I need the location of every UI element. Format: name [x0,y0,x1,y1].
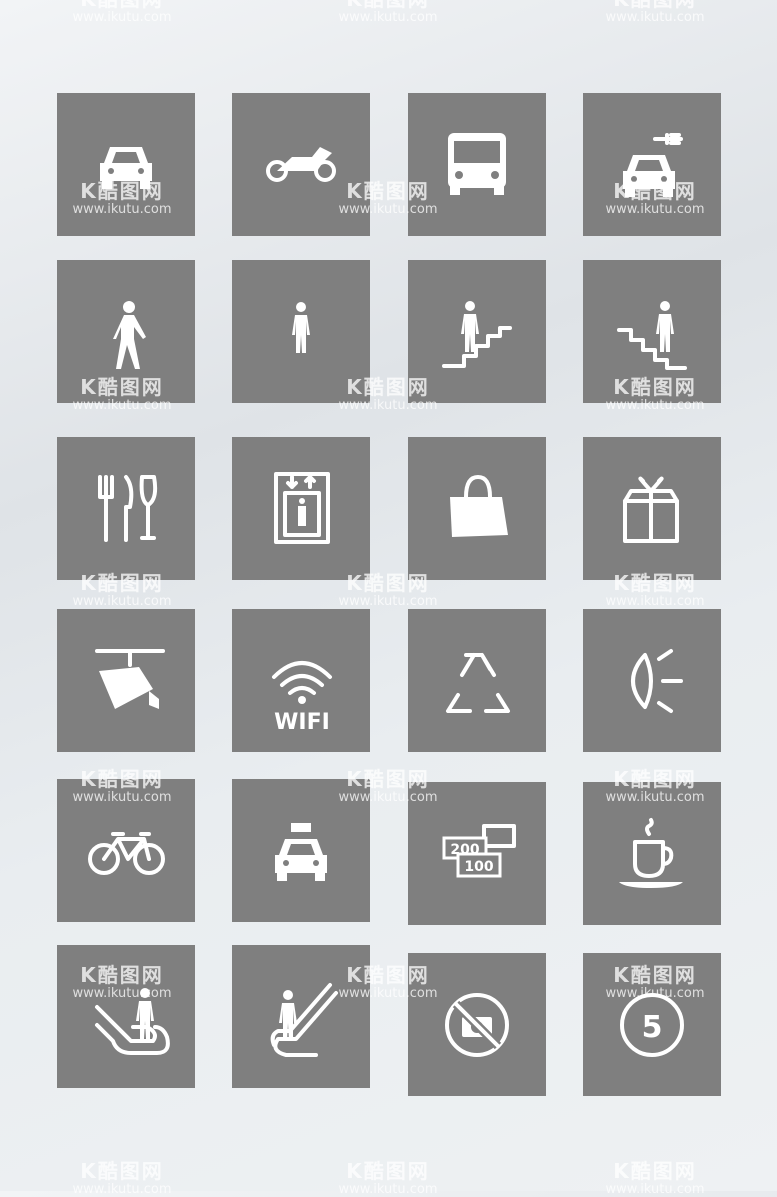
watermark-url: www.ikutu.com [338,10,438,25]
wifi-icon: WIFI [272,661,332,735]
icon-tile [583,782,721,925]
stairs-down-icon [617,301,687,370]
restaurant-icon [98,475,158,542]
icon-tile [57,260,195,403]
icon-tile: WIFI [232,609,370,752]
icon-tile [583,260,721,403]
watermark-url: www.ikutu.com [338,1182,438,1197]
svg-text:WIFI: WIFI [274,710,330,735]
icon-tile [232,779,370,922]
watermark-url: www.ikutu.com [338,594,438,609]
watermark-logo: K酷图网 [323,0,453,10]
no-camera-icon [445,993,509,1057]
icon-tile [57,93,195,236]
pedestrian-front-icon [292,302,310,353]
watermark-logo: K酷图网 [346,1159,430,1183]
watermark: K酷图网www.ikutu.com [323,1160,453,1197]
watermark: K酷图网www.ikutu.com [323,0,453,25]
currency-exchange-icon: 200100 [442,824,516,878]
motorcycle-icon [266,147,336,182]
icon-tile [408,260,546,403]
watermark-url: www.ikutu.com [72,10,172,25]
recycle-icon [446,653,510,713]
icon-tile [583,93,721,236]
watermark: K酷图网www.ikutu.com [57,0,187,25]
icon-tile [583,609,721,752]
watermark-logo: K酷图网 [590,0,720,10]
coffee-icon [619,818,683,888]
watermark-url: www.ikutu.com [72,1182,172,1197]
icon-tile [232,260,370,403]
shopping-bag-icon [450,475,508,537]
watermark-url: www.ikutu.com [605,594,705,609]
speed-limit-icon: 5 [620,993,684,1057]
taxi-icon [275,823,327,881]
watermark: K酷图网www.ikutu.com [57,1160,187,1197]
watermark-logo: K酷图网 [57,0,187,10]
icon-tile [57,945,195,1088]
watermark-url: www.ikutu.com [72,594,172,609]
gift-icon [623,476,679,543]
icon-tile [57,609,195,752]
bicycle-icon [88,832,165,875]
watermark-url: www.ikutu.com [605,1182,705,1197]
surveillance-camera-icon [95,649,165,709]
bus-icon [448,133,506,195]
watermark-logo: K酷图网 [80,1159,164,1183]
icon-tile [583,437,721,580]
watermark: K酷图网www.ikutu.com [590,1160,720,1197]
svg-text:5: 5 [642,1010,663,1045]
stairs-up-icon [442,301,512,368]
headlight-icon [631,649,683,713]
elevator-icon [274,472,330,544]
icon-tile [57,437,195,580]
escalator-up-icon [270,983,338,1057]
icon-tile [57,779,195,922]
icon-tile [408,93,546,236]
pedestrian-icon [113,301,146,369]
svg-text:100: 100 [464,859,493,875]
watermark-url: www.ikutu.com [605,10,705,25]
car-icon [100,147,152,189]
icon-tile [232,93,370,236]
watermark: K酷图网www.ikutu.com [590,0,720,25]
icon-tile: 5 [583,953,721,1096]
electric-car-icon [623,133,683,197]
escalator-down-icon [95,988,170,1055]
icon-tile [232,437,370,580]
icon-tile [408,609,546,752]
icon-tile: 200 100 [408,782,546,925]
icon-tile [408,437,546,580]
watermark-logo: K酷图网 [613,1159,697,1183]
icon-tile [408,953,546,1096]
icon-tile [232,945,370,1088]
